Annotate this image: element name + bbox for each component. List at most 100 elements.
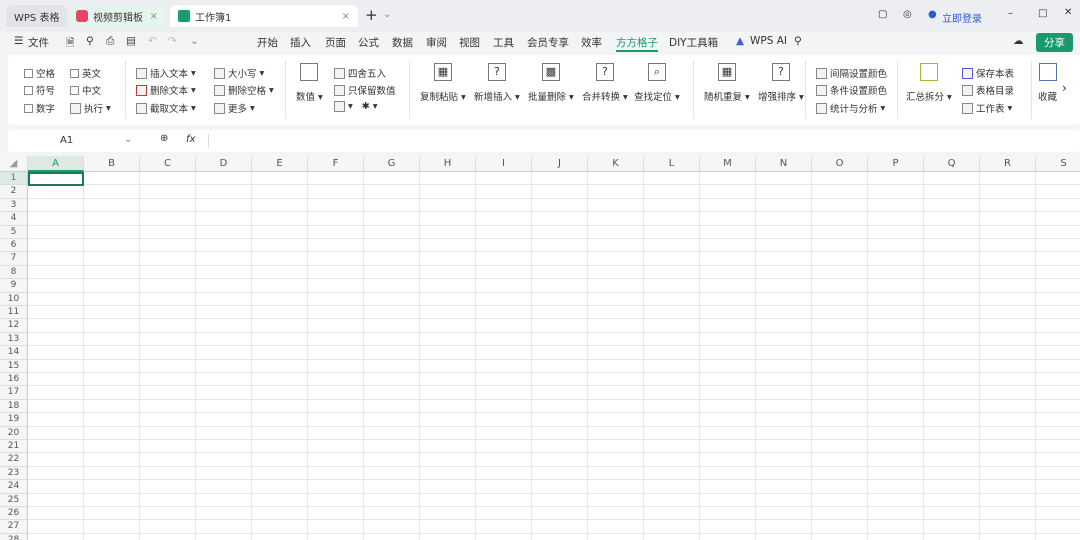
sheet-toc-button[interactable]: 表格目录 [962,83,1014,97]
checkbox-space[interactable]: 空格 [24,66,55,80]
redo-icon[interactable]: ↷ [168,35,177,47]
checkbox-chinese[interactable]: 中文 [70,83,101,97]
ribbon-button-g5-4[interactable]: ⌕ 查找定位 ▾ [634,63,680,103]
row-header-7[interactable]: 7 [0,252,28,266]
column-header-D[interactable]: D [196,156,252,172]
undo-icon[interactable]: ↶ [148,35,157,47]
execute-button[interactable]: 执行 ▾ [70,101,111,115]
ribbon-button-g5-0[interactable]: ▦ 复制粘贴 ▾ [420,63,466,103]
row-header-12[interactable]: 12 [0,319,28,333]
case-button[interactable]: 大小写 ▾ [214,66,264,80]
row-header-19[interactable]: 19 [0,413,28,427]
name-box[interactable]: A1 [60,135,73,146]
window-icon[interactable]: ▢ [878,9,887,20]
print-icon[interactable]: ⎙ [106,35,114,48]
tab-video[interactable]: 视频剪辑板 × [68,5,166,27]
help-icon[interactable]: ◎ [903,9,912,20]
column-header-P[interactable]: P [868,156,924,172]
chevron-down-icon[interactable]: ⌄ [124,134,132,145]
login-link[interactable]: 立即登录 [942,10,982,25]
row-header-10[interactable]: 10 [0,292,28,306]
menu-tab-5[interactable]: 审阅 [426,35,447,50]
menu-wps-ai[interactable]: WPS AI [750,35,787,47]
column-header-B[interactable]: B [84,156,140,172]
menu-tab-9[interactable]: 效率 [581,35,602,50]
chevron-down-icon[interactable]: ⌄ [190,35,199,47]
chevron-down-icon[interactable]: ⌄ [383,9,391,20]
delete-text-button[interactable]: 删除文本 ▾ [136,83,196,97]
row-header-20[interactable]: 20 [0,426,28,440]
checkbox-english[interactable]: 英文 [70,66,101,80]
menu-tab-8[interactable]: 会员专享 [527,35,569,50]
row-header-11[interactable]: 11 [0,306,28,320]
column-header-S[interactable]: S [1036,156,1080,172]
row-header-9[interactable]: 9 [0,279,28,293]
ribbon-button-g6-0[interactable]: ▦ 随机重复 ▾ [704,63,750,103]
summary-split-button[interactable]: 汇总拆分 ▾ [906,63,952,103]
extract-text-button[interactable]: 截取文本 ▾ [136,101,196,115]
save-sheet-button[interactable]: 保存本表 [962,66,1014,80]
maximize-button[interactable]: □ [1038,8,1047,19]
column-header-N[interactable]: N [756,156,812,172]
close-icon[interactable]: × [150,11,158,22]
function-button[interactable]: fx [186,134,195,145]
row-header-4[interactable]: 4 [0,212,28,226]
avatar[interactable]: ● [928,9,937,20]
row-header-27[interactable]: 27 [0,520,28,534]
round-button[interactable]: 四舍五入 [334,66,386,80]
row-header-22[interactable]: 22 [0,453,28,467]
column-header-G[interactable]: G [364,156,420,172]
menu-tab-10[interactable]: 方方格子 [616,35,658,52]
close-window-button[interactable]: ✕ [1064,7,1072,18]
row-header-17[interactable]: 17 [0,386,28,400]
spreadsheet-grid[interactable]: ◢ A B C D E F G H I J K L M N O P Q R S 1 2 3 4 5 6 7 8 9 10 11 12 13 14… [0,156,1080,540]
row-header-21[interactable]: 21 [0,440,28,454]
remove-space-button[interactable]: 删除空格 ▾ [214,83,274,97]
stats-button[interactable]: 统计与分析 ▾ [816,101,885,115]
menu-tab-0[interactable]: 开始 [257,35,278,50]
chevron-right-icon[interactable]: › [1062,81,1067,95]
selected-cell-a1[interactable] [28,172,84,187]
preview-icon[interactable]: ▤ [126,35,136,47]
row-header-24[interactable]: 24 [0,480,28,494]
column-header-K[interactable]: K [588,156,644,172]
row-header-3[interactable]: 3 [0,198,28,213]
row-header-25[interactable]: 25 [0,493,28,507]
row-header-6[interactable]: 6 [0,239,28,253]
number-button[interactable]: 数值 ▾ [296,63,323,103]
row-header-8[interactable]: 8 [0,265,28,280]
menu-tab-6[interactable]: 视图 [459,35,480,50]
zoom-icon[interactable]: ⊕ [160,133,168,144]
row-header-18[interactable]: 18 [0,399,28,414]
menu-tab-11[interactable]: DIY工具箱 [669,35,718,50]
ribbon-button-g5-1[interactable]: ? 新增插入 ▾ [474,63,520,103]
column-header-I[interactable]: I [476,156,532,172]
row-header-15[interactable]: 15 [0,359,28,373]
worksheet-button[interactable]: 工作表 ▾ [962,101,1012,115]
menu-tab-4[interactable]: 数据 [392,35,413,50]
tab-workbook[interactable]: 工作簿1 × [170,5,358,27]
more-button[interactable]: 更多 ▾ [214,101,255,115]
column-header-L[interactable]: L [644,156,700,172]
interval-color-button[interactable]: 间隔设置颜色 [816,66,887,80]
column-header-O[interactable]: O [812,156,868,172]
column-header-M[interactable]: M [700,156,756,172]
minimize-button[interactable]: – [1008,8,1013,19]
column-header-A[interactable]: A [28,156,84,172]
row-header-5[interactable]: 5 [0,225,28,239]
menu-tab-1[interactable]: 插入 [290,35,311,50]
column-header-E[interactable]: E [252,156,308,172]
column-header-C[interactable]: C [140,156,196,172]
row-header-28[interactable]: 28 [0,533,28,540]
tab-wps-home[interactable]: WPS 表格 [6,5,68,27]
select-all-corner[interactable]: ◢ [0,156,28,172]
menu-tab-2[interactable]: 页面 [325,35,346,50]
ribbon-button-g5-3[interactable]: ? 合并转换 ▾ [582,63,628,103]
menu-file[interactable]: 文件 [28,35,49,50]
menu-icon[interactable]: ☰ [14,35,23,47]
row-header-23[interactable]: 23 [0,466,28,481]
cloud-icon[interactable]: ☁ [1013,35,1024,47]
format-dropdown[interactable]: ▾ ✱ ▾ [334,101,378,112]
row-header-26[interactable]: 26 [0,507,28,521]
link-icon[interactable]: ⚲ [86,35,94,47]
